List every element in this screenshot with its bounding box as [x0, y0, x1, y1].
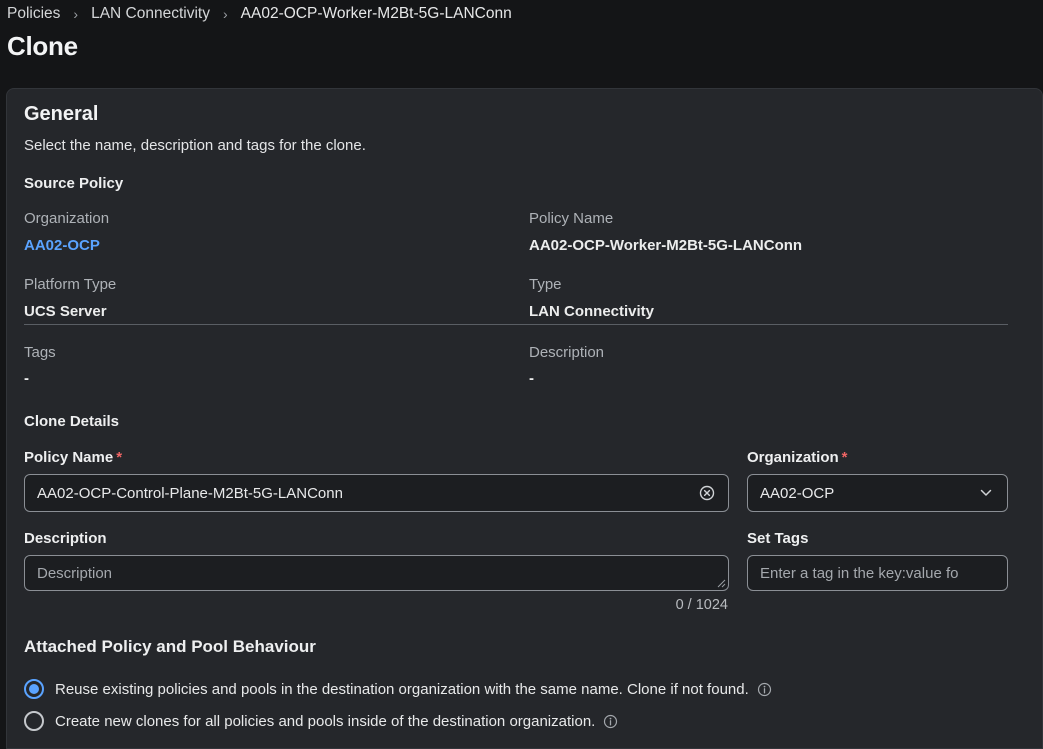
behaviour-heading: Attached Policy and Pool Behaviour [24, 637, 316, 656]
organization-select[interactable]: AA02-OCP [747, 474, 1008, 512]
breadcrumb-lan-connectivity[interactable]: LAN Connectivity [91, 5, 210, 23]
chevron-right-icon: › [73, 6, 79, 22]
source-policy-heading: Source Policy [24, 175, 124, 192]
source-policy-name-value: AA02-OCP-Worker-M2Bt-5G-LANConn [529, 237, 803, 254]
organization-select-value: AA02-OCP [760, 484, 835, 502]
required-marker: * [116, 449, 123, 466]
organization-label-text: Organization [747, 449, 839, 466]
source-organization-link[interactable]: AA02-OCP [24, 237, 100, 254]
breadcrumb: Policies › LAN Connectivity › AA02-OCP-W… [7, 5, 512, 23]
type-label: Type [529, 276, 562, 293]
chevron-right-icon: › [222, 6, 228, 22]
description-value: - [529, 370, 534, 387]
description-label: Description [529, 344, 605, 361]
chevron-down-icon [977, 484, 995, 502]
description-placeholder: Description [37, 564, 113, 582]
section-heading-general: General [24, 103, 99, 125]
set-tags-label: Set Tags [747, 530, 809, 547]
set-tags-input[interactable]: Enter a tag in the key:value fo [747, 555, 1008, 591]
radio-option-reuse-label: Reuse existing policies and pools in the… [55, 680, 749, 698]
clear-circle-icon[interactable] [698, 484, 716, 502]
required-marker: * [841, 449, 848, 466]
info-icon[interactable] [757, 682, 772, 697]
tags-value: - [24, 370, 29, 387]
description-textarea[interactable]: Description [24, 555, 729, 591]
general-card: General Select the name, description and… [6, 88, 1043, 749]
clone-details-heading: Clone Details [24, 413, 120, 430]
source-policy-name-label: Policy Name [529, 210, 614, 227]
radio-button-reuse[interactable] [24, 679, 44, 699]
radio-button-create[interactable] [24, 711, 44, 731]
info-icon[interactable] [603, 714, 618, 729]
policy-name-label-text: Policy Name [24, 449, 114, 466]
divider [24, 324, 1008, 325]
source-organization-label: Organization [24, 210, 110, 227]
page-header: Policies › LAN Connectivity › AA02-OCP-W… [0, 0, 1043, 88]
set-tags-placeholder: Enter a tag in the key:value fo [760, 564, 959, 582]
breadcrumb-current: AA02-OCP-Worker-M2Bt-5G-LANConn [240, 5, 512, 22]
policy-name-field-label: Policy Name * [24, 449, 122, 466]
breadcrumb-policies[interactable]: Policies [7, 5, 60, 23]
resize-grip-icon[interactable] [717, 579, 726, 588]
description-counter: 0 / 1024 [675, 597, 728, 613]
page-title: Clone [7, 31, 78, 61]
radio-option-create[interactable]: Create new clones for all policies and p… [24, 711, 618, 731]
type-value: LAN Connectivity [529, 303, 655, 320]
section-subtitle: Select the name, description and tags fo… [24, 137, 366, 154]
radio-option-reuse[interactable]: Reuse existing policies and pools in the… [24, 679, 772, 699]
platform-type-label: Platform Type [24, 276, 117, 293]
platform-type-value: UCS Server [24, 303, 107, 320]
clone-description-label: Description [24, 530, 107, 547]
policy-name-input[interactable]: AA02-OCP-Control-Plane-M2Bt-5G-LANConn [24, 474, 729, 512]
radio-option-create-label: Create new clones for all policies and p… [55, 712, 596, 730]
organization-field-label: Organization * [747, 449, 848, 466]
policy-name-input-value: AA02-OCP-Control-Plane-M2Bt-5G-LANConn [37, 484, 343, 502]
tags-label: Tags [24, 344, 56, 361]
